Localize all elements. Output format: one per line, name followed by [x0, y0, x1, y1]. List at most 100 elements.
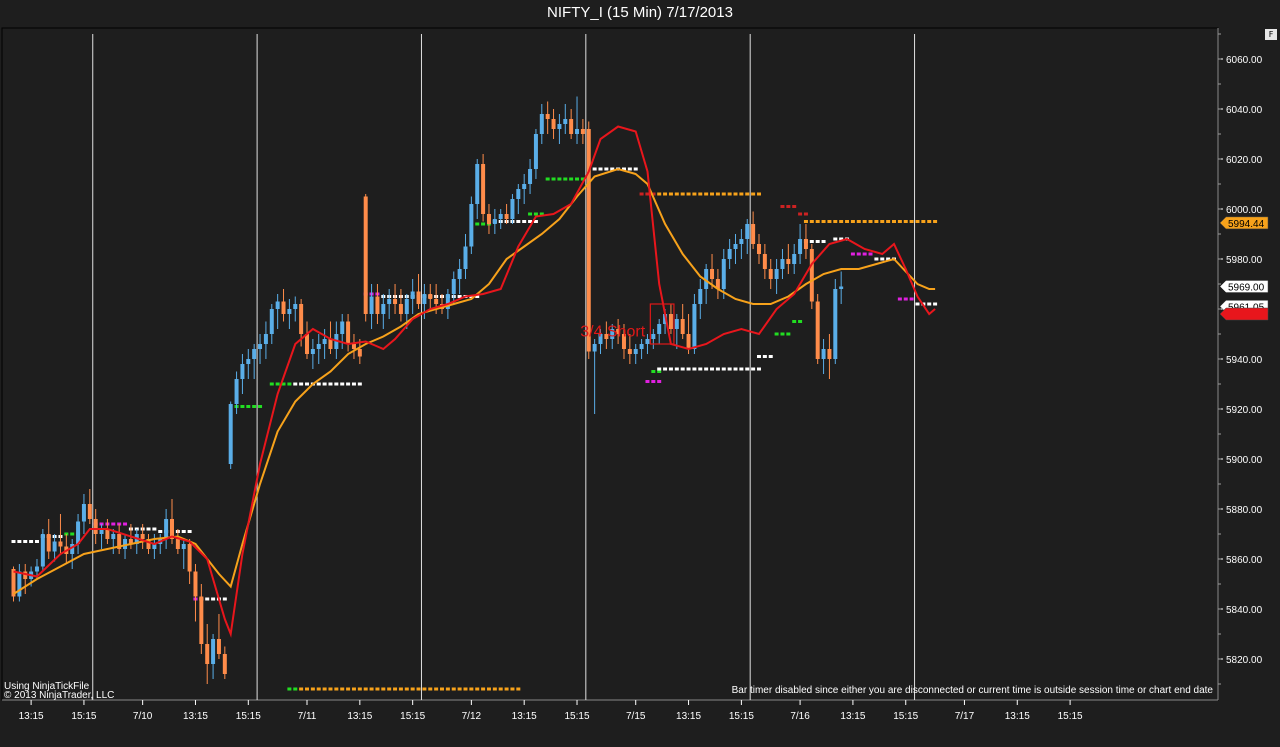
stop-dot [821, 220, 826, 223]
stop-dot [751, 192, 756, 196]
stop-dot [492, 687, 497, 691]
stop-dot [357, 382, 362, 386]
stop-dot [909, 220, 914, 223]
candle-body [175, 539, 180, 549]
stop-dot [833, 237, 838, 241]
candle-body [674, 319, 679, 329]
stop-dot [516, 687, 521, 691]
time-tick-label: 15:15 [565, 711, 590, 722]
stop-dot [933, 302, 938, 306]
candle-body [111, 534, 116, 539]
stop-dot [252, 405, 257, 408]
stop-dot [856, 252, 861, 256]
stop-dot [768, 355, 773, 358]
stop-dot [369, 687, 374, 691]
candle-body [469, 204, 474, 247]
candle-body [346, 321, 351, 344]
stop-dot [733, 367, 738, 371]
stop-dot [340, 382, 345, 386]
stop-dot [692, 367, 697, 371]
candle-body [193, 571, 198, 597]
candle-body [798, 239, 803, 254]
stop-dot [299, 382, 304, 386]
stop-dot [739, 367, 744, 371]
stop-dot [205, 597, 210, 601]
stop-dot [563, 177, 568, 181]
candle-body [240, 364, 245, 379]
price-markers: 5994.445969.005961.05 [1219, 216, 1269, 321]
stop-dot [704, 192, 709, 196]
time-tick-label: 15:15 [1058, 711, 1083, 722]
candle-body [710, 269, 715, 279]
stop-dot [762, 355, 767, 358]
stop-dot [322, 382, 327, 386]
stop-dot [698, 367, 703, 371]
price-tick-label: 5840.00 [1226, 605, 1263, 616]
price-tick-label: 6040.00 [1226, 105, 1263, 116]
candle-body [633, 349, 638, 354]
stop-dot [645, 380, 650, 383]
stop-dot [481, 687, 486, 691]
candle-body [803, 239, 808, 249]
candle-body [369, 296, 374, 314]
price-tick-label: 5920.00 [1226, 405, 1263, 416]
stop-dot [363, 687, 368, 691]
stop-dot [651, 370, 656, 373]
time-tick-label: 13:15 [19, 711, 44, 722]
price-marker-3 [1219, 307, 1269, 321]
candle-body [745, 224, 750, 239]
stop-dot [111, 522, 116, 526]
time-tick-label: 7/11 [298, 711, 317, 722]
candle-body [756, 244, 761, 254]
candle-body [592, 344, 597, 352]
candle-body [827, 349, 832, 359]
candle-body [140, 534, 145, 539]
candle-body [287, 309, 292, 314]
stop-dot [780, 332, 785, 336]
stop-dot [751, 367, 756, 371]
stop-dot [868, 252, 873, 256]
stop-dot [692, 192, 697, 196]
stop-dot [733, 192, 738, 196]
candle-body [393, 299, 398, 304]
stop-dot [445, 687, 450, 691]
stop-dot [815, 220, 820, 223]
candle-body [93, 519, 98, 534]
candle-body [533, 134, 538, 169]
candle-body [545, 114, 550, 119]
time-tick-label: 7/10 [133, 711, 153, 722]
stop-dot [604, 167, 609, 171]
stop-dot [704, 367, 709, 371]
stop-dot [627, 167, 632, 171]
stop-dot [880, 220, 885, 223]
candle-body [463, 246, 468, 269]
time-tick-label: 15:15 [729, 711, 754, 722]
stop-dot [710, 367, 715, 371]
price-chart[interactable]: 3/4 Short 5820.00 5840.00 5860.00 5880.00 59… [0, 0, 1280, 747]
stop-dot [340, 687, 345, 691]
stop-dot [17, 540, 22, 543]
candle-body [258, 344, 263, 349]
stop-dot [680, 192, 685, 196]
candle-body [228, 404, 233, 464]
candle-body [216, 639, 221, 654]
session-gridlines [92, 34, 916, 700]
candle-body [164, 519, 169, 539]
stop-dot [516, 220, 521, 223]
time-tick-label: 13:15 [347, 711, 372, 722]
stop-dot [710, 192, 715, 196]
stop-dot [11, 540, 16, 543]
stop-dot [293, 687, 298, 691]
stop-dot [909, 297, 914, 301]
candle-body [733, 244, 738, 249]
time-tick-label: 13:15 [183, 711, 208, 722]
stop-dot [334, 382, 339, 386]
candle-body [522, 184, 527, 189]
stop-dot [486, 687, 491, 691]
stop-dot [123, 522, 128, 526]
time-tick-label: 13:15 [1005, 711, 1030, 722]
stop-dot [927, 220, 932, 223]
candle-body [780, 259, 785, 269]
short-annotation: 3/4 Short [580, 324, 645, 341]
stop-dot [657, 367, 662, 371]
